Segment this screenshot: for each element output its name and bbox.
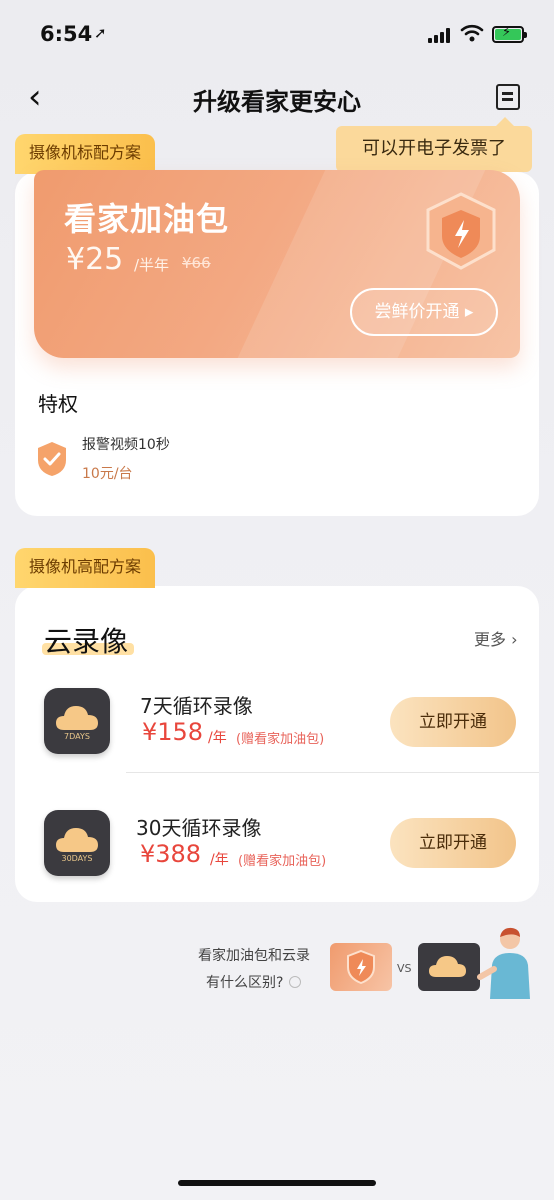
invoice-icon[interactable] — [496, 84, 520, 110]
plan-unit: /年 — [208, 730, 227, 746]
open-7day-button[interactable]: 立即开通 — [390, 697, 516, 747]
compare-question[interactable]: 有什么区别? — [206, 972, 302, 992]
compare-question-line1[interactable]: 看家加油包和云录 — [198, 945, 310, 965]
plan-icon-label: 7DAYS — [64, 732, 90, 741]
promo-original-price: ¥66 — [182, 254, 211, 272]
cloud-icon — [56, 706, 98, 730]
invoice-tooltip[interactable]: 可以开电子发票了 — [336, 117, 532, 172]
help-circle-icon — [289, 976, 302, 988]
plan-icon-label: 30DAYS — [61, 854, 93, 863]
person-illustration — [477, 927, 530, 999]
location-arrow-icon: ➚ — [94, 24, 107, 42]
plan-note: (赠看家加油包) — [236, 732, 325, 747]
page-title: 升级看家更安心 — [193, 88, 361, 116]
cloud-record-thumbnail — [418, 943, 480, 991]
promo-banner[interactable]: 看家加油包 ¥25 /半年 ¥66 尝鲜价开通 ▸ — [34, 170, 520, 358]
cloud-recording-title: 云录像 — [44, 625, 129, 658]
shield-check-icon — [38, 442, 66, 476]
plan-unit: /年 — [210, 852, 229, 868]
cloud-icon — [56, 828, 98, 852]
shield-icon — [426, 192, 496, 270]
cellular-signal-icon — [428, 27, 454, 43]
premium-plan-tag: 摄像机高配方案 — [15, 548, 156, 588]
shield-icon — [347, 949, 375, 985]
plan-price: ¥158 — [142, 718, 204, 746]
privileges-heading: 特权 — [38, 392, 78, 416]
plan-name: 30天循环录像 — [136, 816, 262, 840]
cloud-icon — [429, 956, 466, 977]
compare-question-line2: 有什么区别? — [206, 975, 284, 991]
status-time: 6:54 — [40, 22, 93, 46]
promo-price: ¥25 — [66, 242, 124, 277]
open-30day-button[interactable]: 立即开通 — [390, 818, 516, 868]
basic-plan-tag: 摄像机标配方案 — [15, 134, 156, 174]
status-bar: 6:54 ➚ ⚡ — [0, 0, 554, 70]
wifi-icon — [460, 24, 484, 42]
cloud-plan-icon: 7DAYS — [44, 688, 110, 754]
privilege-name: 报警视频10秒 — [82, 437, 170, 453]
plan-note: (赠看家加油包) — [238, 854, 327, 869]
promo-unit: /半年 — [134, 256, 170, 274]
promo-title: 看家加油包 — [64, 200, 230, 238]
cloud-plan-icon: 30DAYS — [44, 810, 110, 876]
plan-price: ¥388 — [140, 840, 202, 868]
plan-name: 7天循环录像 — [140, 694, 253, 718]
more-link[interactable]: 更多 › — [474, 626, 518, 650]
addon-pack-thumbnail — [330, 943, 392, 991]
home-indicator — [178, 1180, 376, 1186]
divider — [126, 772, 539, 773]
vs-label: VS — [397, 962, 412, 975]
battery-icon: ⚡ — [492, 25, 527, 43]
privilege-detail: 10元/台 — [82, 466, 133, 482]
trial-open-button[interactable]: 尝鲜价开通 ▸ — [350, 288, 498, 336]
